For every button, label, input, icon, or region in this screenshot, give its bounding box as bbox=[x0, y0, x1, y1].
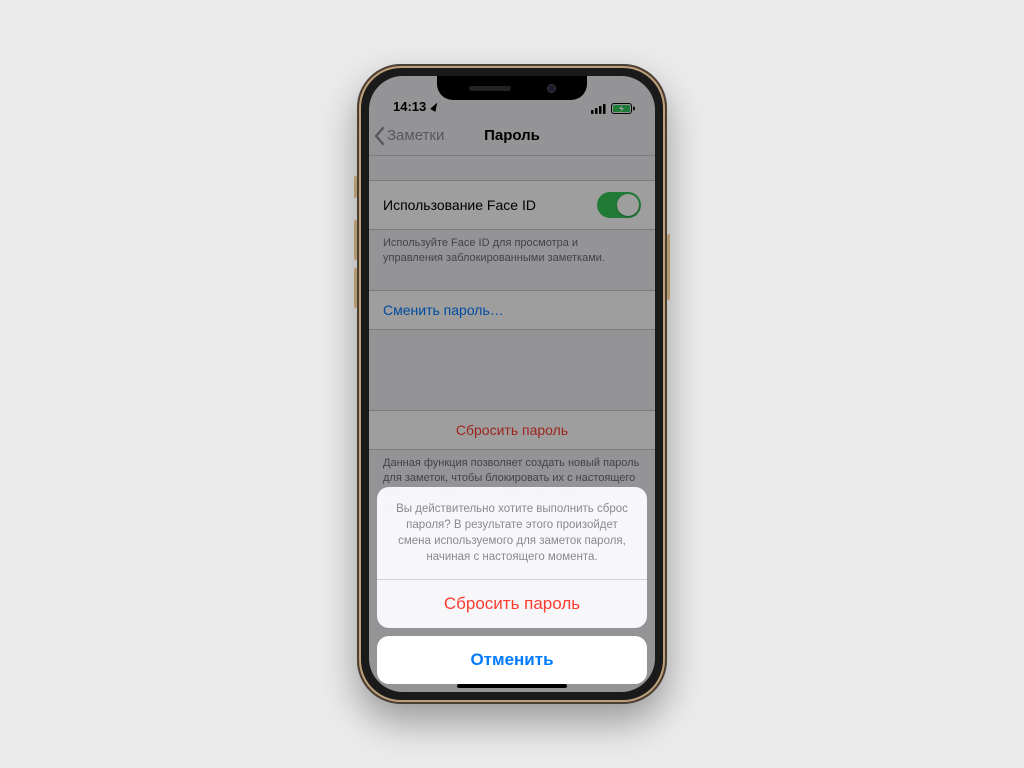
power-button[interactable] bbox=[667, 234, 670, 300]
front-camera bbox=[547, 84, 556, 93]
phone-frame: 14:13 bbox=[357, 64, 667, 704]
notch bbox=[437, 76, 587, 100]
home-indicator[interactable] bbox=[457, 684, 567, 688]
volume-down-button[interactable] bbox=[354, 268, 357, 308]
action-sheet-message: Вы действительно хотите выполнить сброс … bbox=[377, 487, 647, 579]
action-sheet: Вы действительно хотите выполнить сброс … bbox=[377, 487, 647, 684]
mute-switch[interactable] bbox=[354, 176, 357, 198]
volume-up-button[interactable] bbox=[354, 220, 357, 260]
screen: 14:13 bbox=[369, 76, 655, 692]
action-sheet-reset-button[interactable]: Сбросить пароль bbox=[377, 579, 647, 628]
action-sheet-cancel-button[interactable]: Отменить bbox=[377, 636, 647, 684]
speaker-grille bbox=[469, 86, 511, 91]
